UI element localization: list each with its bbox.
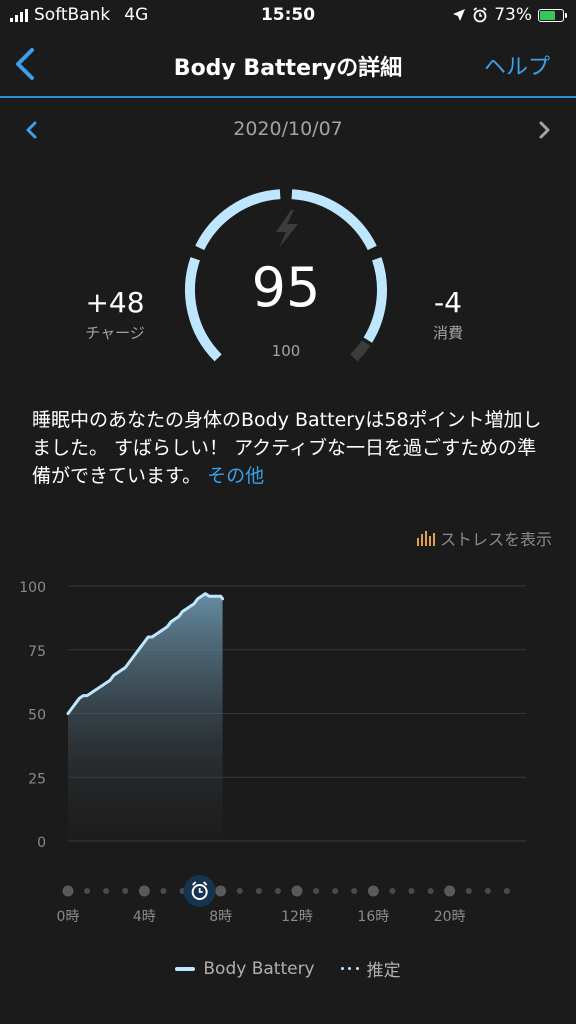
date-navigation: 2020/10/07	[0, 112, 576, 148]
y-tick-label: 75	[28, 644, 46, 660]
sleep-summary-text: 睡眠中のあなたの身体のBody Batteryは58ポイント増加しました。 すば…	[32, 406, 552, 490]
hour-marker-minor	[351, 888, 358, 894]
alarm-icon	[473, 7, 487, 23]
nav-header: Body Batteryの詳細 ヘルプ	[0, 32, 576, 98]
hour-marker-major	[291, 885, 303, 897]
hour-marker-minor	[255, 888, 262, 894]
show-stress-label: ストレスを表示	[439, 530, 552, 549]
lightning-icon	[276, 210, 298, 248]
hour-marker-minor	[408, 888, 415, 894]
hour-marker-major	[367, 885, 379, 897]
next-day-icon[interactable]	[534, 120, 554, 140]
hour-marker-minor	[484, 888, 491, 894]
x-tick-label: 12時	[281, 909, 313, 925]
help-button[interactable]: ヘルプ	[484, 49, 550, 81]
x-tick-label: 16時	[357, 909, 389, 925]
hour-marker-minor	[389, 888, 396, 894]
legend-measured-label: Body Battery	[203, 958, 315, 979]
gauge-value: 95	[251, 256, 321, 319]
legend-item-estimated: 推定	[340, 956, 401, 981]
hour-marker-minor	[427, 888, 434, 894]
status-right: 73%	[452, 5, 567, 25]
stress-bars-icon	[416, 530, 435, 546]
legend-estimated-label: 推定	[366, 961, 401, 981]
x-tick-label: 20時	[434, 909, 466, 925]
hour-marker-minor	[122, 888, 129, 894]
y-tick-label: 0	[37, 835, 46, 851]
hour-marker-major	[62, 885, 74, 897]
x-tick-label: 0時	[57, 909, 80, 925]
drain-value: -4	[434, 286, 462, 319]
series-area-fill	[68, 593, 223, 841]
summary-body: 睡眠中のあなたの身体のBody Batteryは58ポイント増加しました。 すば…	[32, 409, 542, 487]
dotted-line-swatch	[340, 967, 359, 970]
legend-item-measured: Body Battery	[175, 956, 315, 981]
battery-charging-icon	[538, 8, 567, 22]
hour-marker-minor	[503, 888, 510, 894]
drain-label: 消費	[432, 324, 463, 342]
location-icon	[453, 9, 466, 21]
timeline-axis: 0時 4時 8時 12時 16時 20時	[57, 875, 510, 925]
gauge-max-label: 100	[271, 342, 301, 360]
show-stress-toggle[interactable]: ストレスを表示	[416, 526, 552, 550]
hour-marker-major	[138, 885, 150, 897]
y-tick-label: 50	[28, 708, 46, 724]
hour-marker-minor	[465, 888, 472, 894]
x-tick-label: 4時	[133, 909, 156, 925]
hour-marker-minor	[274, 888, 281, 894]
hour-marker-major	[215, 885, 227, 897]
solid-line-swatch	[175, 966, 196, 971]
body-battery-chart: 100 75 50 25 0	[19, 580, 526, 851]
hour-marker-minor	[103, 888, 110, 894]
hour-marker-minor	[313, 888, 320, 894]
y-tick-label: 25	[28, 771, 46, 787]
hour-marker-minor	[236, 888, 243, 894]
chart-legend: Body Battery 推定	[0, 956, 576, 981]
battery-percent: 73%	[494, 5, 532, 25]
y-tick-label: 100	[19, 580, 46, 596]
gauge-segment-filled	[291, 189, 377, 251]
hour-marker-minor	[332, 888, 339, 894]
gauge-segment-filled	[195, 189, 281, 251]
hour-marker-major	[444, 885, 456, 897]
more-link[interactable]: その他	[207, 465, 264, 487]
charge-value: +48	[85, 286, 145, 319]
hour-marker-minor	[84, 888, 91, 894]
status-bar: SoftBank 4G 15:50 73%	[0, 0, 576, 32]
x-tick-label: 8時	[209, 909, 232, 925]
hour-marker-minor	[160, 888, 167, 894]
charge-label: チャージ	[85, 324, 145, 342]
date-label: 2020/10/07	[233, 118, 343, 140]
